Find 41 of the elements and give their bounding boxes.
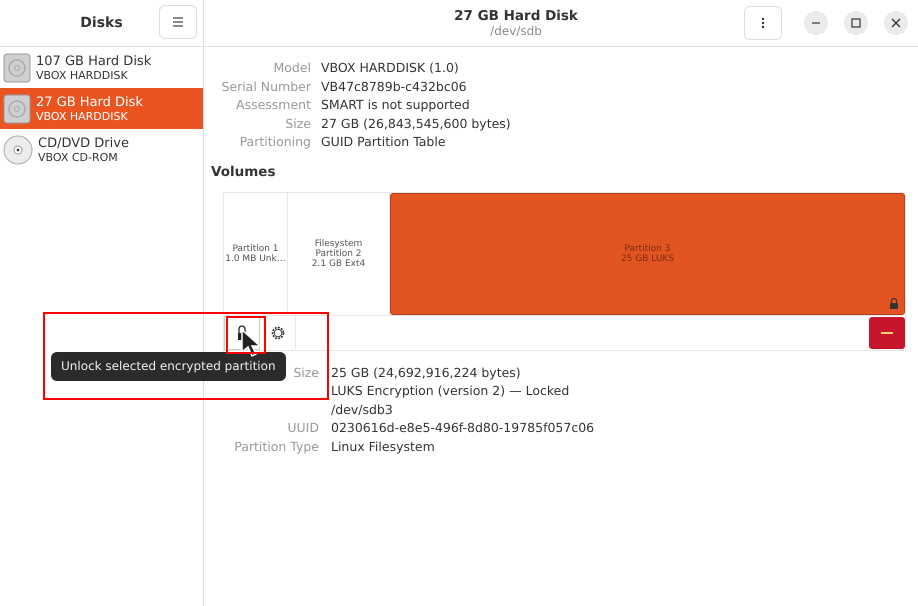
delete-partition-button[interactable] bbox=[869, 316, 905, 348]
property-value: 27 GB (26,843,545,600 bytes) bbox=[321, 114, 512, 133]
menu-icon bbox=[172, 17, 184, 27]
maximize-icon bbox=[851, 18, 861, 28]
property-value: VBOX HARDDISK (1.0) bbox=[321, 59, 460, 77]
padlock-icon bbox=[237, 324, 247, 340]
disk-list-item[interactable]: CD/DVD Drive VBOX CD-ROM bbox=[0, 129, 203, 170]
minimize-icon bbox=[811, 22, 821, 24]
window-subtitle: /dev/sdb bbox=[490, 24, 542, 38]
close-button[interactable] bbox=[884, 11, 908, 35]
maximize-button[interactable] bbox=[844, 11, 868, 35]
menu-button[interactable] bbox=[159, 5, 197, 39]
property-label: Partition Type bbox=[234, 438, 319, 456]
property-label: Serial Number bbox=[221, 78, 311, 96]
property-value: GUID Partition Table bbox=[321, 133, 447, 151]
property-value: VB47c8789b-c432bc06 bbox=[321, 78, 468, 96]
lock-icon bbox=[889, 296, 899, 308]
property-label: Size bbox=[285, 114, 311, 132]
property-value: SMART is not supported bbox=[321, 96, 471, 114]
disk-list-item[interactable]: 27 GB Hard Disk VBOX HARDDISK bbox=[0, 88, 203, 129]
property-value: /dev/sdb3 bbox=[331, 400, 394, 418]
more-icon bbox=[761, 17, 765, 29]
property-label: UUID bbox=[287, 419, 319, 437]
property-value: 0230616d-e8e5-496f-8d80-19785f057c06 bbox=[331, 419, 596, 437]
close-icon bbox=[891, 18, 901, 28]
optical-disc-icon bbox=[3, 134, 33, 164]
sidebar-title: Disks bbox=[80, 15, 123, 31]
property-label: Partitioning bbox=[240, 133, 311, 151]
property-value: 25 GB (24,692,916,224 bytes) bbox=[331, 364, 522, 382]
property-label: Model bbox=[273, 59, 311, 77]
minus-icon bbox=[881, 330, 893, 334]
property-value: LUKS Encryption (version 2) — Locked bbox=[331, 382, 570, 400]
property-value: Linux Filesystem bbox=[331, 438, 436, 456]
partition-block[interactable]: Partition 1 1.0 MB Unk… bbox=[224, 192, 288, 314]
settings-icon bbox=[270, 324, 286, 340]
window-title: 27 GB Hard Disk bbox=[454, 8, 578, 24]
property-label: Size bbox=[293, 364, 319, 382]
tooltip: Unlock selected encrypted partition bbox=[51, 352, 286, 380]
property-label: Assessment bbox=[236, 96, 311, 114]
disk-list-item[interactable]: 107 GB Hard Disk VBOX HARDDISK bbox=[0, 47, 203, 88]
volumes-heading: Volumes bbox=[211, 164, 276, 180]
